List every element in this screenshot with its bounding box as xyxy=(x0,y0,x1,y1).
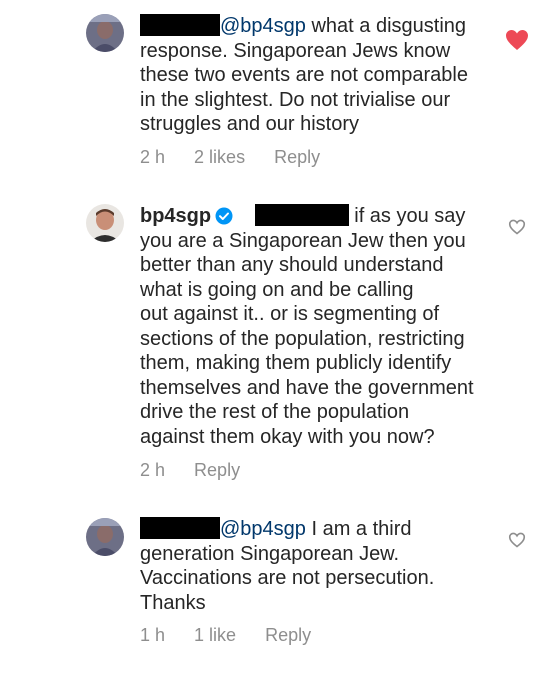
like-count[interactable]: 1 like xyxy=(194,625,236,646)
comment-line: Thanks xyxy=(140,591,206,614)
heart-outline-icon[interactable] xyxy=(508,219,526,235)
username-link[interactable]: bp4sgp xyxy=(140,205,211,227)
comment-line: what is going on and be calling xyxy=(140,278,414,301)
comment-line: drive the rest of the population xyxy=(140,401,410,423)
comment-meta: 2 h 2 likes Reply xyxy=(140,147,320,168)
comment-line: you are a Singaporean Jew then you xyxy=(140,229,466,252)
comment-line: sections of the population, restricting xyxy=(140,327,465,350)
comment-line: them, making them publicly identify xyxy=(140,352,452,374)
timestamp: 2 h xyxy=(140,460,166,480)
comment-text: @bp4sgp what a disgusting response. Sing… xyxy=(140,14,500,137)
redacted-username xyxy=(254,204,349,226)
comment-text-first: what a disgusting xyxy=(305,15,467,37)
comment-line: Vaccinations are not persecution. xyxy=(140,567,435,589)
mention-link[interactable]: @bp4sgp xyxy=(220,15,306,37)
comment-line: these two events are not comparable xyxy=(140,64,468,86)
mention-link[interactable]: @bp4sgp xyxy=(220,518,306,540)
reply-button[interactable]: Reply xyxy=(194,460,240,481)
comment-line: against them okay with you now? xyxy=(140,425,435,448)
comment-line: in the slightest. Do not trivialise our xyxy=(140,88,451,111)
redacted-username xyxy=(140,14,220,36)
verified-badge-icon xyxy=(215,207,233,225)
comment-line: response. Singaporean Jews know xyxy=(140,39,451,62)
timestamp: 1 h xyxy=(140,625,166,645)
heart-outline-icon[interactable] xyxy=(508,532,526,548)
comment-text: @bp4sgp I am a third generation Singapor… xyxy=(140,517,500,615)
avatar[interactable] xyxy=(86,14,124,52)
avatar[interactable] xyxy=(86,204,124,242)
heart-filled-icon[interactable] xyxy=(505,29,529,51)
comment-line: struggles and our history xyxy=(140,113,360,135)
comment-text: bp4sgp if as you say you are a Singapore… xyxy=(140,204,500,449)
comment-text-first: I am a third xyxy=(305,518,412,540)
redacted-username xyxy=(140,517,220,539)
reply-button[interactable]: Reply xyxy=(274,147,320,168)
comment-meta: 1 h 1 like Reply xyxy=(140,625,311,646)
comment-line: better than any should understand xyxy=(140,254,444,276)
reply-button[interactable]: Reply xyxy=(265,625,311,646)
timestamp: 2 h xyxy=(140,147,166,167)
comment-line: themselves and have the government xyxy=(140,376,474,399)
comment-line: generation Singaporean Jew. xyxy=(140,542,400,565)
avatar[interactable] xyxy=(86,518,124,556)
comment-meta: 2 h Reply xyxy=(140,460,240,481)
comment-line: out against it.. or is segmenting of xyxy=(140,303,440,325)
comment-text-first: if as you say xyxy=(354,205,466,227)
like-count[interactable]: 2 likes xyxy=(194,147,245,168)
